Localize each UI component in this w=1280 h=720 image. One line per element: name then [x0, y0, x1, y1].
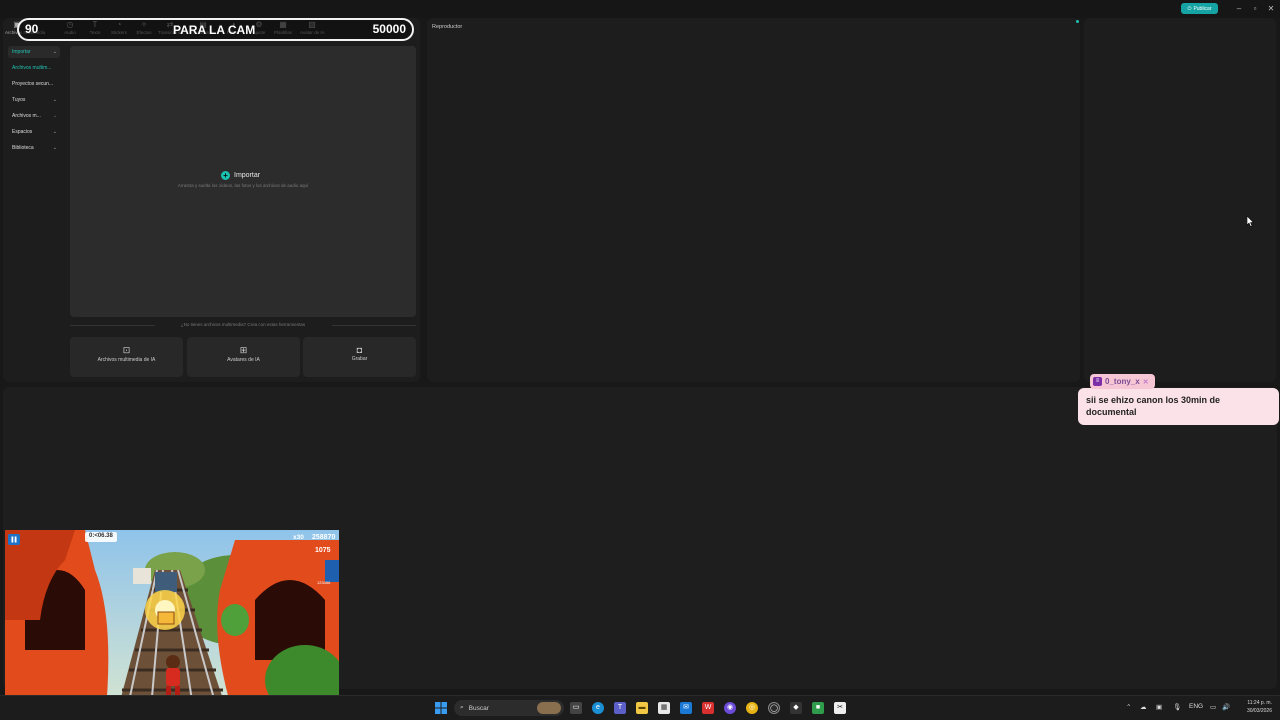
- ai-avatars-button[interactable]: ⊞ Avatares de IA: [187, 337, 300, 377]
- gameplay-video: 0:<06.38 x30 258870 1075 123456: [5, 530, 339, 720]
- chevron-up-icon[interactable]: ⌃: [1126, 703, 1131, 711]
- title-bar: [0, 0, 1280, 18]
- game-timer: 0:<06.38: [89, 533, 113, 539]
- player-tag: 123456: [317, 580, 331, 585]
- import-button[interactable]: + Importar: [221, 169, 260, 181]
- record-button[interactable]: ◘ Grabar: [303, 337, 416, 377]
- gameplay-scene: [5, 530, 339, 720]
- goal-title: PARA LA CAM: [173, 23, 256, 37]
- mail-icon[interactable]: ✉: [680, 702, 692, 714]
- edge-browser-icon[interactable]: e: [592, 702, 604, 714]
- clock-time: 11:24 p. m.: [1247, 700, 1272, 706]
- discord-icon[interactable]: ◉: [724, 702, 736, 714]
- minimize-icon[interactable]: –: [1233, 3, 1245, 15]
- arrow-right-icon: →: [52, 113, 57, 119]
- ai-media-button[interactable]: ⊡ Archivos multimedia de IA: [70, 337, 183, 377]
- no-media-text: ¿No tienes archivos multimedia? Crea con…: [180, 322, 306, 327]
- coin-count: 1075: [315, 547, 331, 554]
- sidebar-item-yours[interactable]: Tuyos ⌄: [8, 94, 60, 106]
- taskbar-clock[interactable]: 11:24 p. m. 30/03/2026: [1238, 699, 1272, 715]
- import-label: Importar: [234, 171, 261, 179]
- app-icon[interactable]: ◆: [790, 702, 802, 714]
- ai-media-icon: ⊡: [122, 345, 131, 355]
- publish-button[interactable]: ⏻ Publicar: [1181, 3, 1218, 14]
- cloud-icon[interactable]: ☁: [1140, 703, 1147, 711]
- search-icon: ⌕: [460, 704, 464, 711]
- chat-username-tag: ≡ 0_tony_x ✕: [1090, 374, 1155, 389]
- sidebar-item-library[interactable]: Biblioteca ⌄: [8, 142, 60, 154]
- chevron-down-icon: ⌄: [52, 145, 57, 151]
- office-icon[interactable]: W: [702, 702, 714, 714]
- status-dot: [1076, 20, 1079, 23]
- goal-current: 90: [25, 22, 39, 36]
- widget-icon[interactable]: [537, 702, 561, 714]
- chat-message: sii se ehizo canon los 30min de document…: [1078, 388, 1279, 425]
- chat-message-text: sii se ehizo canon los 30min de document…: [1086, 395, 1221, 417]
- teams-icon[interactable]: T: [614, 702, 626, 714]
- search-placeholder: Buscar: [468, 704, 489, 712]
- user-badge-icon: ≡: [1093, 377, 1102, 386]
- sidebar-item-media[interactable]: Archivos multim...: [8, 62, 60, 74]
- sidebar-item-secondary-projects[interactable]: Proyectos secun...: [8, 78, 60, 90]
- stream-goal-overlay: 90 PARA LA CAM 50000: [17, 18, 414, 41]
- publish-label: Publicar: [1193, 5, 1212, 12]
- properties-panel: [1084, 18, 1276, 382]
- task-view-icon[interactable]: ▭: [570, 702, 582, 714]
- sidebar-item-spaces[interactable]: Espacios ⌄: [8, 126, 60, 138]
- ai-avatar-icon: ⊞: [239, 345, 248, 355]
- windows-start-icon[interactable]: [435, 702, 447, 714]
- goal-target: 50000: [372, 22, 406, 36]
- close-icon[interactable]: ✕: [1265, 3, 1277, 15]
- language-indicator[interactable]: ENG: [1189, 703, 1203, 710]
- chrome-icon[interactable]: ◎: [746, 702, 758, 714]
- record-icon: ◘: [356, 345, 363, 355]
- tray-app-icon[interactable]: ▣: [1156, 703, 1162, 711]
- mouse-cursor-icon: [1247, 216, 1254, 227]
- capcut-icon[interactable]: ✂: [834, 702, 846, 714]
- close-icon: ✕: [1142, 378, 1149, 386]
- player-panel: [427, 18, 1080, 382]
- import-dropzone[interactable]: [70, 46, 416, 317]
- publish-icon: ⏻: [1187, 5, 1192, 12]
- game-score: 258870: [312, 534, 336, 541]
- store-icon[interactable]: ▦: [658, 702, 670, 714]
- chevron-down-icon: ⌄: [52, 97, 57, 103]
- import-hint: Arrastra y suelta los vídeos, las fotos …: [177, 183, 309, 188]
- sidebar-item-import[interactable]: Importar ⌄: [8, 46, 60, 58]
- plus-icon: +: [221, 170, 230, 180]
- file-explorer-icon[interactable]: ▬: [636, 702, 648, 714]
- clock-date: 30/03/2026: [1246, 708, 1272, 714]
- obs-icon[interactable]: ◯: [768, 702, 780, 714]
- chat-username: 0_tony_x: [1105, 377, 1140, 386]
- player-title: Reproductor: [432, 24, 463, 30]
- network-icon[interactable]: ▭: [1210, 703, 1216, 711]
- volume-icon[interactable]: 🔊: [1222, 703, 1230, 711]
- maximize-icon[interactable]: ▫: [1249, 3, 1261, 15]
- minecraft-icon[interactable]: ■: [812, 702, 824, 714]
- chevron-down-icon: ⌄: [52, 129, 57, 135]
- pause-icon[interactable]: [8, 534, 20, 545]
- sidebar-item-media-2[interactable]: Archivos m... →: [8, 110, 60, 122]
- mic-icon[interactable]: 🎙: [1173, 703, 1181, 711]
- score-multiplier: x30: [293, 534, 304, 541]
- media-sidebar: Importar ⌄ Archivos multim... Proyectos s…: [8, 46, 62, 156]
- chevron-down-icon: ⌄: [52, 49, 57, 55]
